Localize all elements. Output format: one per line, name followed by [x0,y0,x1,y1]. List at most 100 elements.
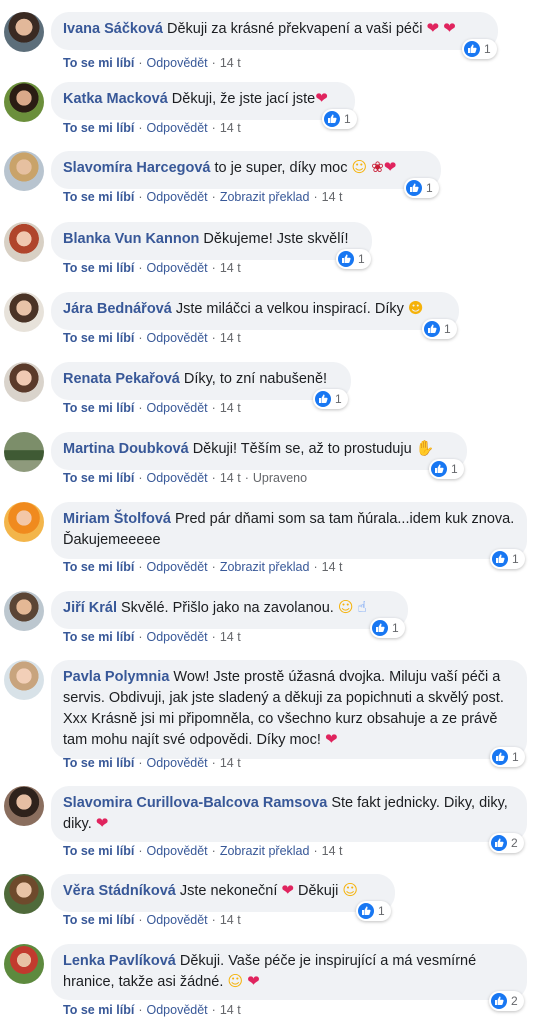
comment-author[interactable]: Slavomira Curillova-Balcova Ramsova [63,795,327,811]
reaction-count[interactable]: 1 [336,249,371,269]
reply-link[interactable]: Odpovědět [146,756,207,770]
reply-link[interactable]: Odpovědět [146,1003,207,1017]
avatar[interactable] [4,786,44,826]
like-reaction-icon [492,749,508,765]
translate-link[interactable]: Zobrazit překlad [220,560,310,574]
timestamp[interactable]: 14 t [220,756,241,770]
comment-bubble: Ivana Sáčková Děkuji za krásné překvapení… [51,12,498,50]
timestamp[interactable]: 14 t [322,190,343,204]
like-link[interactable]: To se mi líbí [63,756,134,770]
reaction-count[interactable]: 2 [489,991,524,1011]
comment-author[interactable]: Lenka Pavlíková [63,953,176,969]
translate-link[interactable]: Zobrazit překlad [220,844,310,858]
like-reaction-icon [424,321,440,337]
avatar[interactable] [4,151,44,191]
timestamp[interactable]: 14 t [322,560,343,574]
like-reaction-icon [464,41,480,57]
timestamp[interactable]: 14 t [220,401,241,415]
like-link[interactable]: To se mi líbí [63,913,134,927]
like-link[interactable]: To se mi líbí [63,471,134,485]
reaction-count[interactable]: 1 [404,178,439,198]
reply-link[interactable]: Odpovědět [146,560,207,574]
like-reaction-icon [338,251,354,267]
like-link[interactable]: To se mi líbí [63,190,134,204]
avatar[interactable] [4,222,44,262]
timestamp[interactable]: 14 t [220,913,241,927]
reply-link[interactable]: Odpovědět [146,121,207,135]
avatar[interactable] [4,874,44,914]
comment-author[interactable]: Miriam Štolfová [63,511,171,527]
reply-link[interactable]: Odpovědět [146,190,207,204]
heart-emoji-icon: ❤ [247,972,260,990]
reply-link[interactable]: Odpovědět [146,630,207,644]
reaction-count[interactable]: 2 [489,833,524,853]
comment-text: Děkuji, že jste jací jste [171,91,316,107]
avatar[interactable] [4,660,44,700]
avatar[interactable] [4,944,44,984]
comment-author[interactable]: Věra Stádníková [63,883,176,899]
reaction-count[interactable]: 1 [322,109,357,129]
comment-author[interactable]: Jára Bednářová [63,301,172,317]
like-link[interactable]: To se mi líbí [63,630,134,644]
avatar[interactable] [4,292,44,332]
comment-author[interactable]: Blanka Vun Kannon [63,231,199,247]
like-link[interactable]: To se mi líbí [63,121,134,135]
like-link[interactable]: To se mi líbí [63,844,134,858]
like-link[interactable]: To se mi líbí [63,1003,134,1017]
comment-author[interactable]: Renata Pekařová [63,371,180,387]
smile-emoji-icon: ☺ [227,972,244,990]
smile-emoji-icon: ☺ [337,598,354,616]
reply-link[interactable]: Odpovědět [146,56,207,70]
like-link[interactable]: To se mi líbí [63,401,134,415]
like-reaction-icon [324,111,340,127]
avatar[interactable] [4,362,44,402]
comment-actions: To se mi líbí · Odpovědět · 14 t [63,331,241,345]
like-link[interactable]: To se mi líbí [63,261,134,275]
comment-author[interactable]: Martina Doubková [63,441,189,457]
timestamp[interactable]: 14 t [220,56,241,70]
reaction-count[interactable]: 1 [462,39,497,59]
translate-link[interactable]: Zobrazit překlad [220,190,310,204]
comment-author[interactable]: Slavomíra Harcegová [63,160,211,176]
avatar[interactable] [4,12,44,52]
edited-label[interactable]: Upraveno [253,471,307,485]
like-link[interactable]: To se mi líbí [63,56,134,70]
timestamp[interactable]: 14 t [220,1003,241,1017]
avatar[interactable] [4,82,44,122]
timestamp[interactable]: 14 t [220,261,241,275]
timestamp[interactable]: 14 t [220,121,241,135]
avatar[interactable] [4,591,44,631]
timestamp[interactable]: 14 t [322,844,343,858]
comment-actions: To se mi líbí · Odpovědět · 14 t [63,56,241,70]
like-link[interactable]: To se mi líbí [63,560,134,574]
comment-author[interactable]: Ivana Sáčková [63,21,163,37]
reply-link[interactable]: Odpovědět [146,913,207,927]
reaction-count[interactable]: 1 [370,618,405,638]
comment-author[interactable]: Jiří Král [63,600,117,616]
comment-author[interactable]: Pavla Polymnia [63,669,169,685]
timestamp[interactable]: 14 t [220,471,241,485]
timestamp[interactable]: 14 t [220,630,241,644]
reaction-count[interactable]: 1 [490,747,525,767]
comment-author[interactable]: Katka Macková [63,91,168,107]
reaction-count[interactable]: 1 [490,549,525,569]
reply-link[interactable]: Odpovědět [146,471,207,485]
like-reaction-icon [315,391,331,407]
reply-link[interactable]: Odpovědět [146,261,207,275]
comment-bubble: Věra Stádníková Jste nekoneční ❤ Děkuji ☺ [51,874,395,912]
reaction-count-value: 1 [512,552,519,566]
comment-actions: To se mi líbí · Odpovědět · Zobrazit překlad… [63,844,343,858]
comment-actions: To se mi líbí · Odpovědět · 14 t [63,1003,241,1017]
reply-link[interactable]: Odpovědět [146,331,207,345]
reply-link[interactable]: Odpovědět [146,844,207,858]
reaction-count[interactable]: 1 [356,901,391,921]
reaction-count[interactable]: 1 [313,389,348,409]
timestamp[interactable]: 14 t [220,331,241,345]
comment-text: Děkuji za krásné překvapení a vaši péči [166,21,423,37]
reaction-count[interactable]: 1 [429,459,464,479]
like-link[interactable]: To se mi líbí [63,331,134,345]
reaction-count[interactable]: 1 [422,319,457,339]
reply-link[interactable]: Odpovědět [146,401,207,415]
avatar[interactable] [4,502,44,542]
avatar[interactable] [4,432,44,472]
